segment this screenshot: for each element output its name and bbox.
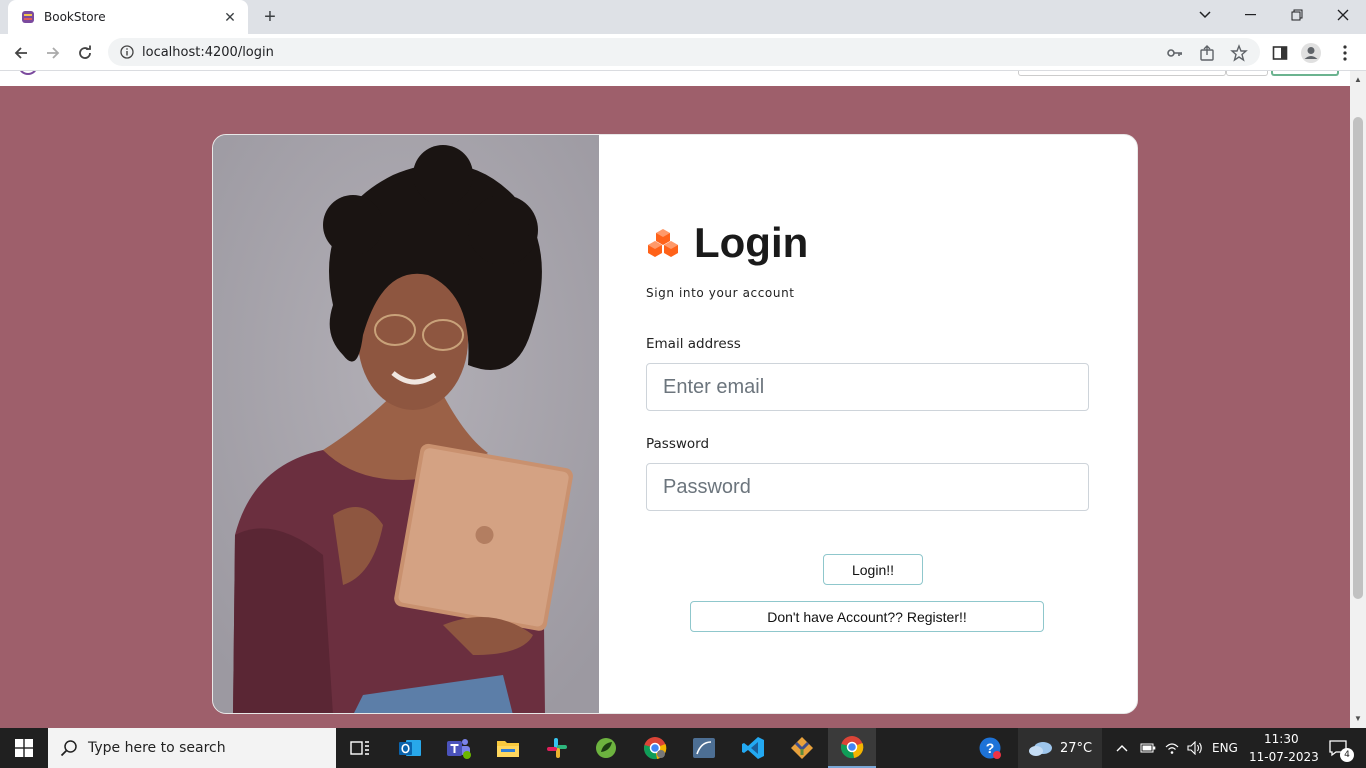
page-scrollbar[interactable]: ▲ ▼ [1350,71,1366,728]
app-navbar-partial [0,71,1350,86]
email-label: Email address [646,336,741,352]
battery-icon[interactable] [1136,728,1160,768]
scroll-thumb[interactable] [1353,117,1363,599]
help-icon[interactable]: ? [966,728,1014,768]
browser-tab-strip: BookStore ✕ + [0,0,1366,34]
file-explorer-icon[interactable] [484,728,532,768]
page-title: Login [694,219,809,266]
spring-tool-icon[interactable] [582,728,630,768]
password-field[interactable] [646,463,1089,511]
slack-icon[interactable] [533,728,581,768]
login-button[interactable]: Login!! [823,554,923,585]
notification-center-icon[interactable]: 4 [1318,728,1358,768]
navbar-search-field[interactable] [1018,71,1226,76]
taskbar-search-box[interactable]: Type here to search [48,728,336,768]
reload-icon[interactable] [72,40,98,66]
cloud-weather-icon [1028,742,1052,756]
cubes-logo-icon [648,229,678,257]
tab-close-icon[interactable]: ✕ [222,9,238,26]
outlook-icon[interactable] [386,728,434,768]
tray-chevron-up-icon[interactable] [1110,728,1134,768]
tab-title: BookStore [44,10,106,24]
page-viewport: Login Sign into your account Email addre… [0,71,1350,728]
windows-taskbar: Type here to search ? 27°C ENG 11:30 11-… [0,728,1366,768]
forward-arrow-icon[interactable] [40,40,66,66]
navbar-search-button[interactable] [1226,71,1268,76]
login-header: Login [646,219,808,267]
close-window-icon[interactable] [1320,0,1366,30]
windows-start-icon[interactable] [0,728,48,768]
back-arrow-icon[interactable] [8,40,34,66]
url-text: localhost:4200/login [142,44,274,60]
navbar-logo-icon[interactable] [18,71,38,75]
bookstore-favicon-icon [22,11,34,23]
register-button[interactable]: Don't have Account?? Register!! [690,601,1044,632]
navbar-action-button[interactable] [1271,71,1339,76]
git-tool-icon[interactable] [778,728,826,768]
login-subtitle: Sign into your account [646,286,795,300]
minimize-icon[interactable] [1228,0,1274,30]
address-bar[interactable]: localhost:4200/login [108,38,1260,66]
tab-search-chevron-icon[interactable] [1182,0,1228,30]
volume-icon[interactable] [1183,728,1207,768]
email-field[interactable] [646,363,1089,411]
share-icon[interactable] [1198,44,1216,62]
side-panel-icon[interactable] [1269,42,1291,64]
password-label: Password [646,436,710,452]
weather-widget[interactable]: 27°C [1018,728,1102,768]
chrome-profile-icon[interactable] [631,728,679,768]
mysql-workbench-icon[interactable] [680,728,728,768]
scroll-up-arrow-icon[interactable]: ▲ [1354,75,1362,84]
key-icon[interactable] [1166,44,1184,62]
taskbar-search-placeholder: Type here to search [88,740,226,756]
login-card: Login Sign into your account Email addre… [212,134,1138,714]
browser-tab[interactable]: BookStore ✕ [8,0,248,34]
restore-icon[interactable] [1274,0,1320,30]
chrome-icon[interactable] [828,728,876,768]
weather-temperature: 27°C [1059,740,1093,756]
menu-kebab-icon[interactable] [1334,42,1356,64]
clock-time[interactable]: 11:30 [1264,732,1299,746]
search-icon [60,740,77,757]
login-form: Login Sign into your account Email addre… [646,135,1106,713]
vscode-icon[interactable] [729,728,777,768]
language-indicator[interactable]: ENG [1212,741,1238,755]
notification-count-badge: 4 [1340,748,1354,762]
site-info-icon[interactable] [120,45,134,59]
bookmark-star-icon[interactable] [1230,44,1248,62]
clock-date[interactable]: 11-07-2023 [1249,750,1319,764]
teams-icon[interactable] [435,728,483,768]
scroll-down-arrow-icon[interactable]: ▼ [1354,714,1362,723]
wifi-icon[interactable] [1160,728,1184,768]
woman-with-tablet-image [213,135,599,713]
svg-text:?: ? [986,740,995,756]
browser-toolbar: localhost:4200/login [0,34,1366,71]
new-tab-icon[interactable]: + [258,6,282,28]
task-view-icon[interactable] [336,728,384,768]
profile-avatar-icon[interactable] [1300,42,1322,64]
